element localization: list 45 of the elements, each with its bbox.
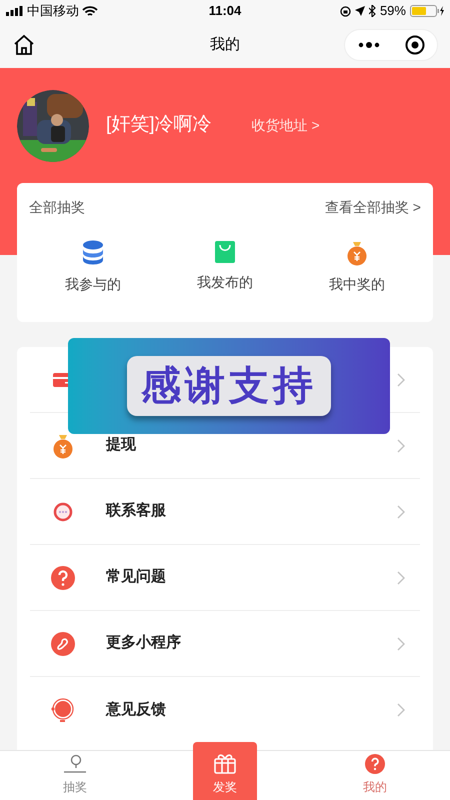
- chevron-right-icon: [397, 703, 405, 717]
- menu-row[interactable]: 意见反馈: [30, 677, 420, 743]
- question-icon: [51, 566, 75, 590]
- coin-stack-icon: [82, 240, 104, 266]
- money-bag-icon: [52, 432, 74, 458]
- money-bag-icon: [346, 240, 368, 266]
- shopping-bag-icon: [214, 240, 236, 264]
- lock-rotation-icon: [340, 6, 351, 16]
- question-icon: [365, 754, 385, 774]
- view-all-link[interactable]: 查看全部抽奖 >: [324, 197, 421, 218]
- battery-percent-text: 59%: [380, 2, 406, 20]
- lottery-category-button[interactable]: 我中奖的: [307, 240, 407, 295]
- bluetooth-icon: [368, 5, 376, 17]
- menu-label: 联系客服: [106, 501, 166, 522]
- lottery-category-button[interactable]: 我发布的: [175, 240, 275, 295]
- chevron-right-icon: [397, 438, 405, 452]
- home-icon: [13, 34, 35, 56]
- tab[interactable]: 抽奖: [43, 750, 107, 800]
- menu-row[interactable]: 更多小程序: [30, 611, 420, 677]
- lottery-category-button[interactable]: 我参与的: [43, 240, 143, 295]
- menu-label: 常见问题: [106, 567, 166, 588]
- menu-row[interactable]: 常见问题: [30, 545, 420, 611]
- card-title: 全部抽奖: [29, 198, 85, 217]
- more-icon[interactable]: [358, 42, 380, 48]
- battery-icon: [410, 5, 444, 17]
- menu-label: 更多小程序: [106, 633, 181, 654]
- clock-text: 11:04: [208, 2, 242, 20]
- gift-icon: [213, 752, 237, 774]
- user-name: [奸笑]冷啊冷: [106, 113, 212, 138]
- banner-text: 感谢支持: [127, 356, 331, 416]
- menu-row[interactable]: 联系客服: [30, 479, 420, 545]
- menu-label: 意见反馈: [106, 700, 166, 720]
- chevron-right-icon: [397, 636, 405, 650]
- chat-bubble-icon: [53, 502, 73, 522]
- wifi-icon: [82, 6, 98, 16]
- carrier-text: 中国移动: [27, 2, 79, 20]
- home-button[interactable]: [12, 33, 36, 57]
- location-arrow-icon: [354, 6, 365, 16]
- chevron-right-icon: [397, 570, 405, 584]
- menu-label: 提现: [106, 435, 136, 456]
- chevron-right-icon: [397, 372, 405, 386]
- signal-icon: [6, 6, 24, 16]
- page-title: 我的: [210, 34, 240, 55]
- chevron-right-icon: [397, 504, 405, 518]
- person-icon: [63, 754, 87, 774]
